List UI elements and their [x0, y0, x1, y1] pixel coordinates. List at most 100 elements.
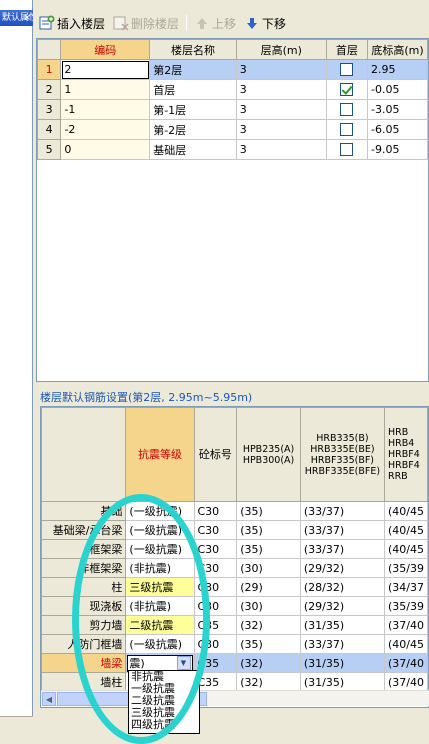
name-cell[interactable]: 基础层: [149, 139, 237, 160]
height-cell[interactable]: 3: [235, 59, 327, 80]
hrb-cell[interactable]: (33/37): [299, 520, 385, 540]
height-cell[interactable]: 3: [235, 139, 327, 160]
row-label[interactable]: 人防门框墙: [41, 634, 127, 654]
name-cell[interactable]: 第-1层: [149, 99, 237, 120]
first-floor-cell[interactable]: [325, 119, 369, 140]
seismic-cell[interactable]: (一级抗震): [125, 520, 195, 540]
hrb-cell[interactable]: (33/37): [299, 634, 385, 654]
table-row[interactable]: 基础 (一级抗震) C30 (35) (33/37) (40/45: [41, 501, 428, 521]
row-label[interactable]: 柱: [41, 577, 127, 597]
first-floor-cell[interactable]: [325, 59, 369, 80]
table-row[interactable]: 墙梁 震) ▼ C35 (32) (31/35) (37/40: [41, 653, 428, 673]
table-row[interactable]: 4 -2 第-2层 3 -6.05: [37, 119, 428, 140]
table-row[interactable]: 1 2 第2层 3 2.95: [37, 59, 428, 80]
concrete-cell[interactable]: C30: [193, 577, 238, 597]
row-number[interactable]: 5: [37, 139, 62, 160]
name-cell[interactable]: 第-2层: [149, 119, 237, 140]
seismic-cell[interactable]: (非抗震): [125, 596, 195, 616]
first-floor-checkbox[interactable]: [340, 83, 354, 97]
scroll-left-icon[interactable]: ◀: [42, 692, 56, 706]
elev-cell[interactable]: -0.05: [367, 79, 428, 100]
row-label[interactable]: 基础梁/承台梁: [41, 520, 127, 540]
hpb-cell[interactable]: (32): [236, 615, 301, 635]
name-cell[interactable]: 首层: [149, 79, 237, 100]
delete-floor-button[interactable]: 删除楼层: [110, 13, 182, 33]
concrete-cell[interactable]: C35: [193, 672, 238, 692]
horizontal-scrollbar[interactable]: ◀: [41, 690, 429, 706]
table-row[interactable]: 5 0 基础层 3 -9.05: [37, 139, 428, 160]
concrete-cell[interactable]: C30: [193, 558, 238, 578]
table-row[interactable]: 剪力墙 二级抗震 C35 (32) (31/35) (37/40: [41, 615, 428, 635]
row-label[interactable]: 剪力墙: [41, 615, 127, 635]
col-header-height[interactable]: 层高(m): [235, 39, 327, 60]
hrb-cell[interactable]: (29/32): [299, 558, 385, 578]
seismic-cell[interactable]: 二级抗震: [125, 615, 195, 635]
col-header-concrete[interactable]: 砼标号: [193, 407, 238, 502]
hrb4-cell[interactable]: (34/37: [383, 577, 428, 597]
hrb-cell[interactable]: (33/37): [299, 539, 385, 559]
concrete-cell[interactable]: C30: [193, 520, 238, 540]
seismic-cell[interactable]: (非抗震): [125, 558, 195, 578]
col-header-seismic[interactable]: 抗震等级: [125, 407, 195, 502]
row-number[interactable]: 1: [37, 59, 62, 80]
hpb-cell[interactable]: (35): [236, 539, 301, 559]
col-header-hrb335[interactable]: HRB335(B) HRB335E(BE) HRBF335(BF) HRBF33…: [299, 407, 385, 502]
table-row[interactable]: 基础梁/承台梁 (一级抗震) C30 (35) (33/37) (40/45: [41, 520, 428, 540]
hrb-cell[interactable]: (31/35): [299, 672, 385, 692]
hrb4-cell[interactable]: (40/45: [383, 539, 428, 559]
seismic-cell[interactable]: (一级抗震): [125, 501, 195, 521]
first-floor-cell[interactable]: [325, 79, 369, 100]
hrb4-cell[interactable]: (40/45: [383, 501, 428, 521]
hrb-cell[interactable]: (33/37): [299, 501, 385, 521]
elev-cell[interactable]: 2.95: [367, 59, 428, 80]
concrete-cell[interactable]: C30: [193, 501, 238, 521]
code-cell[interactable]: 0: [60, 139, 151, 160]
seismic-cell[interactable]: (一级抗震): [125, 539, 195, 559]
concrete-cell[interactable]: C35: [193, 615, 238, 635]
code-cell[interactable]: -2: [60, 119, 151, 140]
hrb4-cell[interactable]: (35/39: [383, 596, 428, 616]
name-cell[interactable]: 第2层: [149, 59, 237, 80]
row-label[interactable]: 框架梁: [41, 539, 127, 559]
move-up-button[interactable]: 上移: [191, 13, 239, 33]
height-cell[interactable]: 3: [235, 79, 327, 100]
seismic-combo[interactable]: 震) ▼: [127, 654, 193, 672]
hpb-cell[interactable]: (30): [236, 558, 301, 578]
col-header-hpb[interactable]: HPB235(A) HPB300(A): [236, 407, 301, 502]
move-down-button[interactable]: 下移: [241, 13, 289, 33]
table-row[interactable]: 人防门框墙 (一级抗震) C30 (35) (33/37) (40/45: [41, 634, 428, 654]
first-floor-checkbox[interactable]: [340, 143, 354, 157]
table-row[interactable]: 柱 三级抗震 C30 (29) (28/32) (34/37: [41, 577, 428, 597]
hrb-cell[interactable]: (29/32): [299, 596, 385, 616]
elev-cell[interactable]: -6.05: [367, 119, 428, 140]
hrb4-cell[interactable]: (35/39: [383, 558, 428, 578]
hpb-cell[interactable]: (30): [236, 596, 301, 616]
col-header-code[interactable]: 编码: [60, 39, 151, 60]
concrete-cell[interactable]: C30: [193, 539, 238, 559]
table-row[interactable]: 3 -1 第-1层 3 -3.05: [37, 99, 428, 120]
chevron-down-icon[interactable]: ▼: [176, 656, 191, 670]
col-header-elev[interactable]: 底标高(m): [367, 39, 428, 60]
row-number[interactable]: 2: [37, 79, 62, 100]
insert-floor-button[interactable]: 插入楼层: [36, 13, 108, 33]
panel-splitter[interactable]: [36, 384, 429, 388]
first-floor-checkbox[interactable]: [340, 103, 354, 117]
row-label[interactable]: 墙柱: [41, 672, 127, 692]
hrb4-cell[interactable]: (40/45: [383, 634, 428, 654]
table-row[interactable]: 墙柱 C35 (32) (31/35) (37/40: [41, 672, 428, 692]
hrb4-cell[interactable]: (40/45: [383, 520, 428, 540]
seismic-dropdown-list[interactable]: 非抗震 一级抗震 二级抗震 三级抗震 四级抗震: [128, 670, 200, 734]
row-number[interactable]: 4: [37, 119, 62, 140]
table-row[interactable]: 非框架梁 (非抗震) C30 (30) (29/32) (35/39: [41, 558, 428, 578]
row-label[interactable]: 基础: [41, 501, 127, 521]
col-header-hrb400[interactable]: HRB HRB4 HRBF4 HRBF4 RRB: [383, 407, 428, 502]
elev-cell[interactable]: -3.05: [367, 99, 428, 120]
hrb-cell[interactable]: (28/32): [299, 577, 385, 597]
first-floor-cell[interactable]: [325, 139, 369, 160]
hrb4-cell[interactable]: (37/40: [383, 615, 428, 635]
row-label[interactable]: 现浇板: [41, 596, 127, 616]
hrb4-cell[interactable]: (37/40: [383, 653, 428, 673]
hpb-cell[interactable]: (29): [236, 577, 301, 597]
hpb-cell[interactable]: (32): [236, 672, 301, 692]
dropdown-option[interactable]: 四级抗震: [129, 719, 199, 731]
